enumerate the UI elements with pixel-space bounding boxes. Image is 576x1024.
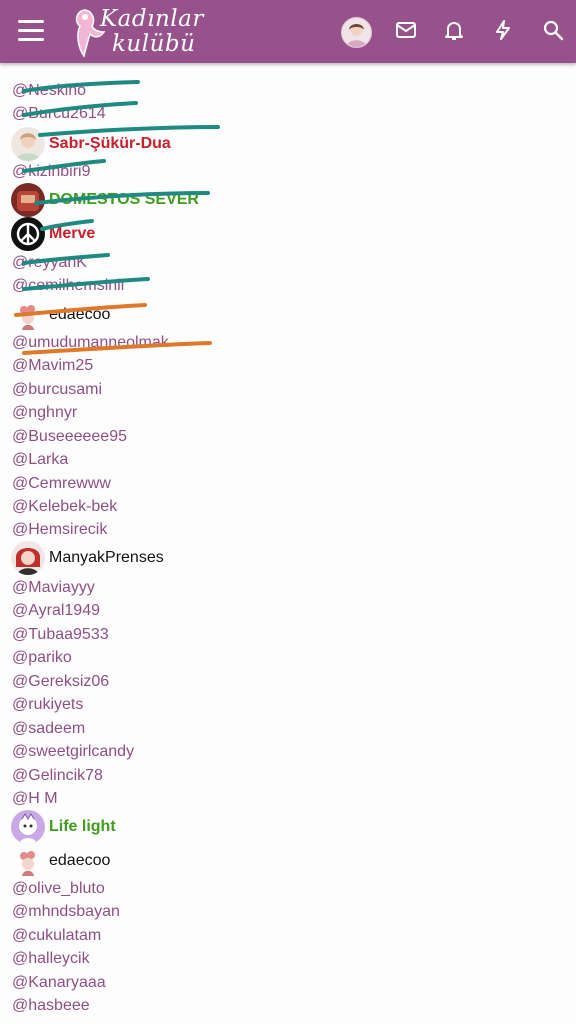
- username: edaecoo: [49, 306, 111, 323]
- mention-link[interactable]: @kizinbiri9: [12, 161, 90, 183]
- mention-link[interactable]: @halleycik: [12, 948, 90, 970]
- username: Life light: [49, 818, 116, 835]
- mention-link[interactable]: @cukulatam: [12, 925, 101, 947]
- username: ManyakPrenses: [49, 549, 164, 566]
- mention-link[interactable]: @Tubaa9533: [12, 624, 109, 646]
- avatar: [11, 217, 45, 251]
- mention-link[interactable]: @olive_bluto: [12, 878, 105, 900]
- avatar: [11, 810, 45, 844]
- avatar[interactable]: [341, 17, 372, 48]
- username: Sabr-Şükür-Dua: [49, 135, 171, 152]
- mention-link[interactable]: @Larka: [12, 449, 68, 471]
- username: Merve: [49, 225, 96, 242]
- top-app-bar: Kadınlar kulübü: [0, 0, 576, 63]
- username: DOMESTOS SEVER: [49, 191, 199, 208]
- mention-link[interactable]: @sadeem: [12, 718, 85, 740]
- avatar: [11, 183, 45, 217]
- mention-link[interactable]: @nghnyr: [12, 402, 77, 424]
- mention-link[interactable]: @sweetgirlcandy: [12, 741, 134, 763]
- mention-link[interactable]: @burcusami: [12, 379, 102, 401]
- logo-text-line2: kulübü: [112, 31, 196, 57]
- menu-icon[interactable]: [18, 20, 46, 42]
- avatar: [11, 844, 45, 878]
- mention-link[interactable]: @Buseeeeee95: [12, 426, 127, 448]
- mention-link[interactable]: @Neskino: [12, 80, 86, 102]
- mention-link[interactable]: @Cemrewww: [12, 473, 111, 495]
- avatar: [11, 541, 45, 575]
- mention-link[interactable]: @H M: [12, 788, 58, 810]
- mention-link[interactable]: @hasbeee: [12, 995, 90, 1017]
- bell-icon[interactable]: [442, 18, 466, 42]
- mention-link[interactable]: @pariko: [12, 647, 72, 669]
- mention-link[interactable]: @reyyanK: [12, 252, 87, 274]
- mention-link[interactable]: @Gereksiz06: [12, 671, 109, 693]
- mention-link[interactable]: @Mavim25: [12, 355, 93, 377]
- site-logo[interactable]: Kadınlar kulübü: [70, 4, 220, 60]
- mention-link[interactable]: @mhndsbayan: [12, 901, 120, 923]
- envelope-icon[interactable]: [394, 18, 418, 42]
- mention-link[interactable]: @rukiyets: [12, 694, 83, 716]
- mention-link[interactable]: @Gelincik78: [12, 765, 103, 787]
- username: edaecoo: [49, 852, 111, 869]
- mention-link[interactable]: @Kelebek-bek: [12, 496, 117, 518]
- search-icon[interactable]: [541, 18, 565, 42]
- avatar: [11, 127, 45, 161]
- bolt-icon[interactable]: [491, 18, 515, 42]
- logo-text-line1: Kadınlar: [100, 6, 204, 32]
- mention-link[interactable]: @Maviayyy: [12, 577, 95, 599]
- mention-link[interactable]: @cemilhemsinli: [12, 275, 124, 297]
- mention-link[interactable]: @Ayral1949: [12, 600, 100, 622]
- mention-link[interactable]: @Kanaryaaa: [12, 972, 106, 994]
- mention-link[interactable]: @Hemsirecik: [12, 519, 107, 541]
- avatar: [11, 298, 45, 332]
- mention-link[interactable]: @umudumanneolmak: [12, 332, 169, 354]
- mention-link[interactable]: @Burcu2614: [12, 103, 106, 125]
